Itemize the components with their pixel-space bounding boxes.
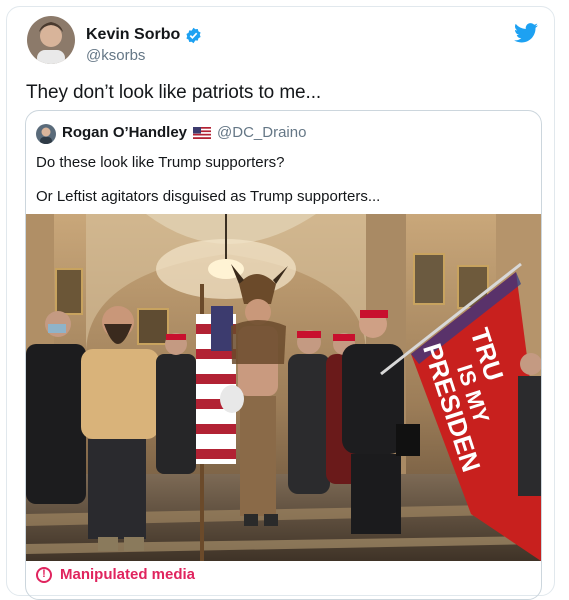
author-avatar[interactable] (27, 16, 75, 64)
quoted-text-line-2: Or Leftist agitators disguised as Trump … (36, 188, 381, 205)
exclamation-circle-icon: ! (36, 566, 52, 583)
quoted-text-line-1: Do these look like Trump supporters? (36, 154, 285, 171)
quoted-tweet[interactable]: Rogan O’Handley @DC_Draino Do these look… (25, 110, 542, 600)
tweet-text: They don’t look like patriots to me... (26, 82, 322, 103)
twitter-bird-icon[interactable] (514, 23, 538, 43)
quoted-author-handle: @DC_Draino (217, 124, 307, 141)
verified-badge-icon (186, 27, 201, 43)
author-name[interactable]: Kevin Sorbo (86, 26, 202, 44)
tweet-card: Kevin Sorbo @ksorbs They don’t look like… (6, 6, 555, 600)
quoted-author-avatar[interactable] (36, 124, 56, 144)
manipulated-media-label[interactable]: ! Manipulated media (36, 566, 195, 583)
quoted-author-name: Rogan O’Handley (62, 124, 188, 141)
author-handle[interactable]: @ksorbs (86, 47, 145, 64)
quoted-author[interactable]: Rogan O’Handley @DC_Draino (62, 124, 306, 141)
us-flag-icon (193, 126, 212, 139)
manipulated-media-text: Manipulated media (60, 566, 196, 583)
author-name-text: Kevin Sorbo (86, 26, 181, 43)
quoted-photo[interactable]: TRU IS MY PRESIDEN (26, 214, 541, 561)
